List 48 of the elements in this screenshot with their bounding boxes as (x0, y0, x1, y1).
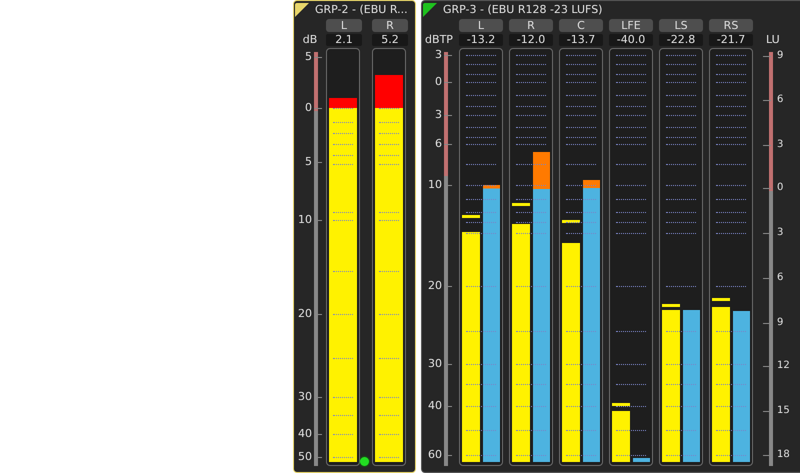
unit-label: dB (302, 33, 318, 46)
scale-label: 6 (435, 138, 442, 150)
unit-label: dBTP (424, 33, 454, 46)
scale-label: 5 (305, 156, 312, 168)
channel-button[interactable]: RS (709, 19, 753, 32)
scale-label: 9 (777, 316, 784, 329)
scale-label: 3 (435, 108, 442, 121)
scale-label: 10 (298, 214, 312, 226)
scale-label: 10 (428, 179, 442, 192)
scale-label: 20 (298, 308, 312, 320)
level-reading: -21.7 (709, 34, 753, 46)
scale-label: 50 (298, 451, 312, 464)
scale-label: 30 (298, 391, 312, 404)
unit-label: LU (765, 33, 781, 46)
channel-button[interactable]: R (509, 19, 553, 32)
scale-label: 5 (305, 50, 312, 63)
scale-label: 6 (777, 272, 784, 284)
level-reading: -13.2 (459, 34, 503, 46)
scale-label: 3 (777, 227, 784, 240)
scale-label: 6 (777, 94, 784, 106)
channel-button[interactable]: L (459, 19, 503, 32)
level-reading: 5.2 (372, 34, 408, 46)
scale-label: 12 (777, 360, 790, 372)
scale-label: 20 (428, 280, 442, 292)
channel-button[interactable]: LS (659, 19, 703, 32)
level-reading: -13.7 (559, 34, 603, 46)
level-reading: -40.0 (609, 34, 653, 46)
scale-label: 3 (435, 48, 442, 61)
group-title: GRP-2 - (EBU R... (315, 3, 408, 16)
level-reading: -22.8 (659, 34, 703, 46)
level-reading: 2.1 (326, 34, 362, 46)
scale-label: 0 (777, 182, 784, 194)
level-reading: -12.0 (509, 34, 553, 46)
scale-label: 0 (305, 102, 312, 114)
scale-label: 60 (428, 449, 442, 462)
scale-label: 9 (777, 50, 784, 62)
scale-label: 30 (428, 358, 442, 370)
channel-button[interactable]: R (372, 19, 408, 32)
group-title: GRP-3 - (EBU R128 -23 LUFS) (443, 3, 602, 16)
channel-button[interactable]: LFE (609, 19, 653, 32)
scale-label: 3 (777, 138, 784, 151)
scale-label: 0 (435, 76, 442, 88)
channel-button[interactable]: L (326, 19, 362, 32)
scale-label: 18 (777, 449, 790, 462)
scale-label: 40 (428, 400, 442, 412)
scale-label: 15 (777, 405, 790, 418)
channel-button[interactable]: C (559, 19, 603, 32)
scale-label: 40 (298, 428, 312, 440)
